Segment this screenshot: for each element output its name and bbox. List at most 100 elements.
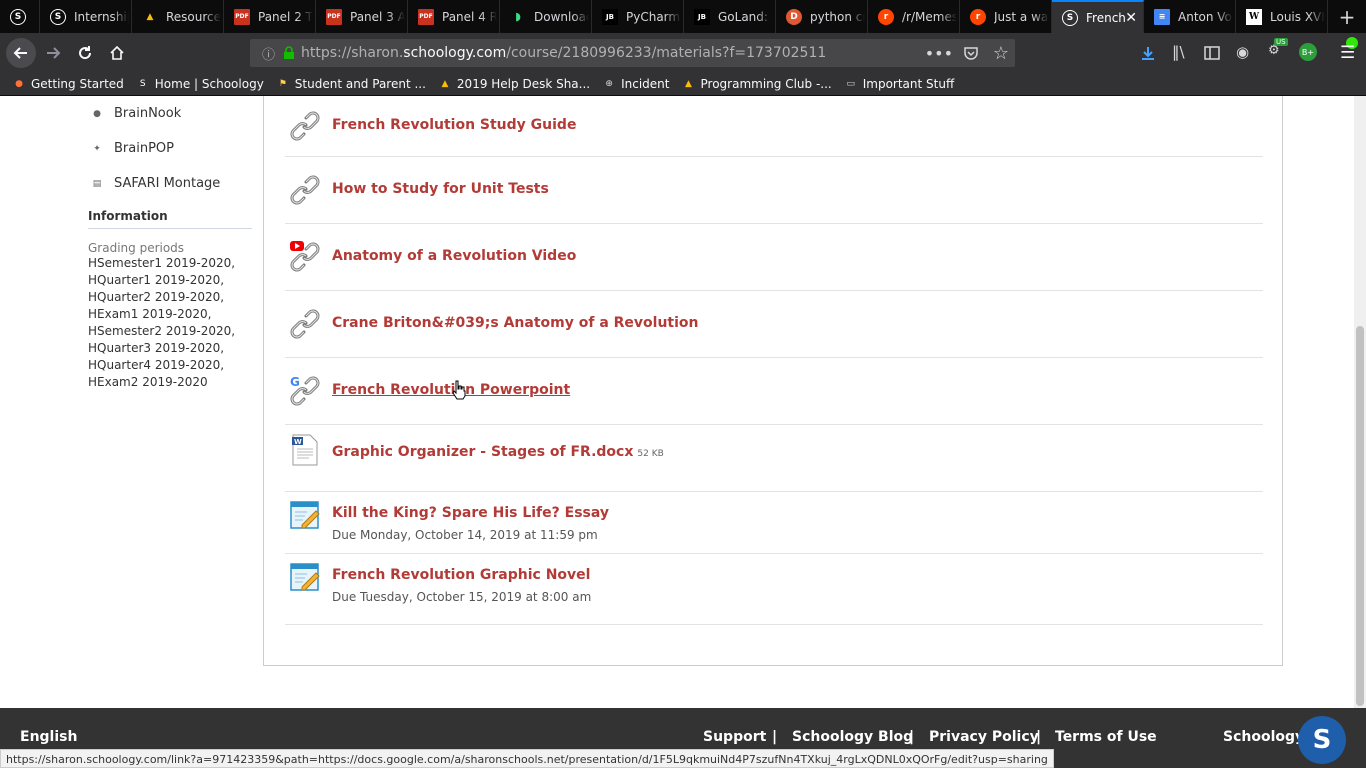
help-center-button[interactable]: S [1298, 716, 1346, 764]
youtube-icon [290, 240, 304, 251]
material-title-link[interactable]: How to Study for Unit Tests [332, 181, 549, 197]
material-row-link: Anatomy of a Revolution Video [285, 224, 1263, 291]
grading-period: HQuarter1 2019-2020, [88, 273, 225, 287]
tab-resources[interactable]: ▲ Resources [132, 0, 224, 33]
back-button[interactable] [6, 38, 36, 68]
close-icon[interactable]: ✕ [1125, 10, 1137, 26]
sidebar-app-link[interactable]: ▤ SAFARI Montage [88, 166, 258, 201]
sidebar-app-link[interactable]: ✦ BrainPOP [88, 131, 258, 166]
tab-label: Panel 4 R [442, 9, 497, 24]
bookmark-item[interactable]: ▲ Programming Club -... [682, 77, 832, 91]
grading-period: HExam2 2019-2020 [88, 375, 208, 389]
pdf-icon: PDF [234, 8, 250, 25]
bookmark-item[interactable]: ⊕ Incident [602, 77, 669, 91]
home-button[interactable] [104, 40, 130, 66]
sidebar-app-label: BrainPOP [114, 141, 174, 156]
footer-link-support[interactable]: Support [703, 729, 766, 745]
tab-r-memes[interactable]: r/r/Memes [868, 0, 960, 33]
tab-label: PyCharm [626, 9, 681, 24]
google-icon: G [290, 374, 300, 389]
bookmark-item[interactable]: ▲ 2019 Help Desk Sha... [438, 77, 590, 91]
firefox-icon: ● [15, 79, 23, 89]
docs-icon: ≡ [1154, 8, 1170, 25]
assignment-icon [290, 499, 320, 531]
footer-separator: | [1036, 729, 1042, 745]
tab-python-cr[interactable]: Dpython cr [776, 0, 868, 33]
link-icon [290, 110, 320, 142]
material-row-assignment: Kill the King? Spare His Life? Essay Due … [285, 492, 1263, 554]
material-title-link[interactable]: French Revolution Graphic Novel [332, 567, 590, 583]
sidebar-app-label: BrainNook [114, 106, 182, 121]
reload-button[interactable] [72, 40, 98, 66]
extension-us-icon[interactable]: ⚙ US [1268, 38, 1288, 61]
new-tab-button[interactable]: + [1332, 0, 1362, 33]
course-materials-page: ● BrainNook ✦ BrainPOP ▤ SAFARI Montage Infor… [0, 96, 1354, 708]
bookmark-label: Programming Club -... [700, 77, 832, 91]
hand-cursor-icon [452, 380, 466, 400]
drive-icon: ▲ [441, 79, 449, 89]
globe-icon: ⊕ [605, 79, 613, 89]
pocket-icon[interactable] [963, 45, 979, 61]
account-icon[interactable]: ◉ [1236, 43, 1249, 61]
material-row-link: Crane Briton&#039;s Anatomy of a Revolut… [285, 291, 1263, 358]
information-heading: Information [88, 209, 252, 229]
navigation-toolbar: ⓘ https://sharon.schoology.com/course/21… [0, 33, 1366, 73]
footer-separator: | [909, 729, 915, 745]
footer-link-terms[interactable]: Terms of Use [1055, 729, 1157, 745]
footer-link-blog[interactable]: Schoology Blog [792, 729, 913, 745]
grading-period: HQuarter2 2019-2020, [88, 290, 225, 304]
status-bar-link-preview: https://sharon.schoology.com/link?a=9714… [0, 749, 1054, 768]
tab-goland-a[interactable]: JB GoLand: A [684, 0, 776, 33]
sidebar-toggle-icon[interactable] [1204, 45, 1220, 61]
tab-panel-2-t[interactable]: PDF Panel 2 T [224, 0, 316, 33]
forward-button[interactable] [40, 40, 66, 66]
footer-link-privacy[interactable]: Privacy Policy [929, 729, 1039, 745]
sidebar-app-link[interactable]: ● BrainNook [88, 96, 258, 131]
material-title-link[interactable]: Graphic Organizer - Stages of FR.docx 52 … [332, 444, 664, 460]
tab-label: python cr [810, 9, 865, 24]
url-bar[interactable]: ⓘ https://sharon.schoology.com/course/21… [250, 39, 1015, 67]
folder-icon: ▭ [846, 79, 855, 89]
bookmark-item[interactable]: S Home | Schoology [136, 77, 264, 91]
tab-download[interactable]: ◗ Download [500, 0, 592, 33]
downloads-icon[interactable] [1140, 45, 1156, 61]
grading-periods-list: HSemester1 2019-2020, HQuarter1 2019-2020… [88, 255, 258, 391]
material-title-link[interactable]: Crane Briton&#039;s Anatomy of a Revolut… [332, 315, 699, 331]
menu-icon[interactable]: ☰ [1340, 43, 1355, 63]
link-icon: G [290, 375, 320, 407]
page-actions-icon[interactable]: ••• [925, 44, 953, 63]
material-title-link[interactable]: Anatomy of a Revolution Video [332, 248, 576, 264]
bookmark-label: Student and Parent ... [294, 77, 426, 91]
library-icon[interactable]: ‖\ [1172, 43, 1185, 61]
tab-internship[interactable]: S Internship [40, 0, 132, 33]
bookmark-star-icon[interactable]: ☆ [993, 43, 1009, 64]
tab-anton-vo[interactable]: ≡ Anton Vo [1144, 0, 1236, 33]
file-icon: W [290, 434, 320, 466]
material-title-link[interactable]: Kill the King? Spare His Life? Essay [332, 505, 609, 521]
scrollbar-thumb[interactable] [1356, 326, 1364, 706]
tab-label: Internship [74, 9, 129, 24]
extension-grade-icon[interactable]: B+ [1299, 43, 1317, 61]
tab-label: Resources [166, 9, 221, 24]
info-icon[interactable]: ⓘ [262, 44, 275, 63]
safari-montage-icon: ▤ [92, 178, 102, 189]
bookmark-item[interactable]: ● Getting Started [12, 77, 124, 91]
drive-icon: ▲ [146, 11, 154, 22]
tab-panel-3-a[interactable]: PDF Panel 3 A [316, 0, 408, 33]
material-title-link[interactable]: French Revolution Study Guide [332, 117, 576, 133]
bookmark-item[interactable]: ▭ Important Stuff [844, 77, 954, 91]
tab-pycharm[interactable]: JB PyCharm [592, 0, 684, 33]
bookmark-item[interactable]: ⚑ Student and Parent ... [276, 77, 426, 91]
tab-louis-xvi[interactable]: W Louis XVI [1236, 0, 1328, 33]
tab-panel-4-r[interactable]: PDF Panel 4 R [408, 0, 500, 33]
language-selector[interactable]: English [20, 729, 77, 745]
duckduckgo-icon: D [786, 8, 802, 25]
tab-french[interactable]: S French ✕ [1052, 0, 1144, 33]
page-scrollbar[interactable] [1354, 96, 1366, 708]
sidebar-app-label: SAFARI Montage [114, 176, 221, 191]
tab-label: /r/Memes [902, 9, 957, 24]
tab-just-a-wa[interactable]: r Just a wa [960, 0, 1052, 33]
pdf-icon: PDF [418, 8, 434, 25]
tab-label: Just a wa [994, 9, 1049, 24]
tab-pinned[interactable]: S [0, 0, 40, 33]
